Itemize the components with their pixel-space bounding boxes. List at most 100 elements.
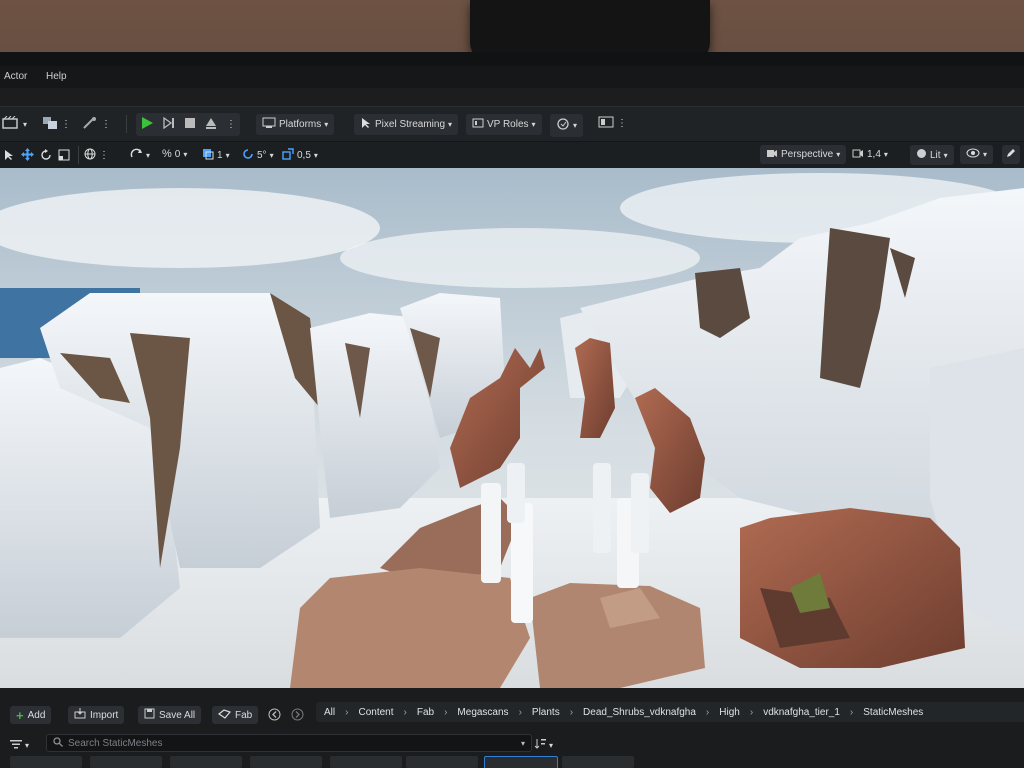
plus-icon: + bbox=[16, 707, 24, 723]
rotation-snap-value: 0 bbox=[174, 148, 181, 160]
breadcrumb-dead-shrubs[interactable]: Dead_Shrubs_vdknafgha bbox=[583, 707, 696, 718]
toolbar-divider bbox=[78, 146, 79, 164]
more-options-icon: ⋮ bbox=[61, 119, 71, 130]
rotate-icon[interactable] bbox=[40, 148, 52, 164]
perspective-button[interactable]: Perspective ▾ bbox=[760, 145, 847, 164]
viewport-options-button[interactable] bbox=[1002, 145, 1020, 164]
filter-button[interactable]: ▾ bbox=[10, 736, 29, 754]
back-arrow-icon[interactable] bbox=[268, 708, 281, 726]
stop-icon[interactable] bbox=[184, 117, 196, 132]
breadcrumb-all[interactable]: All bbox=[324, 707, 335, 718]
menu-bar: Actor Help bbox=[0, 66, 1024, 88]
lit-sphere-icon bbox=[916, 148, 927, 162]
forward-arrow-icon[interactable] bbox=[291, 708, 304, 726]
blueprints-button[interactable]: ⋮ bbox=[42, 116, 71, 133]
asset-thumbnail[interactable] bbox=[10, 756, 82, 768]
chevron-down-icon: ▾ bbox=[836, 150, 841, 159]
menu-item-actor[interactable]: Actor bbox=[4, 71, 27, 82]
scale-icon[interactable] bbox=[58, 149, 70, 164]
add-button[interactable]: + Add bbox=[10, 706, 52, 724]
surface-snapping-button[interactable]: ▾ bbox=[130, 148, 150, 163]
breadcrumb-high[interactable]: High bbox=[719, 707, 740, 718]
more-options-icon[interactable]: ⋮ bbox=[226, 119, 236, 130]
select-arrow-icon[interactable] bbox=[4, 149, 15, 164]
viewport-toolbar: ⋮ ▾ % 0 ▾ 1 ▾ 5° ▾ 0,5 ▾ Perspective ▾ 1… bbox=[0, 142, 1024, 168]
camera-speed-button[interactable]: 1,4 ▾ bbox=[852, 148, 888, 161]
step-icon[interactable] bbox=[162, 116, 176, 133]
search-icon bbox=[53, 736, 63, 750]
chevron-down-icon: ▾ bbox=[531, 120, 536, 129]
cinematics-button[interactable]: ⋮ bbox=[82, 116, 111, 133]
asset-thumbnail[interactable] bbox=[250, 756, 322, 768]
chevron-down-icon: ▾ bbox=[183, 149, 188, 159]
import-icon bbox=[74, 708, 86, 722]
breadcrumb-content[interactable]: Content bbox=[358, 707, 393, 718]
view-mode-button[interactable]: Lit ▾ bbox=[910, 145, 954, 165]
import-label: Import bbox=[90, 709, 119, 721]
more-options-icon: ⋮ bbox=[99, 150, 109, 161]
show-flags-button[interactable]: ▾ bbox=[960, 145, 994, 164]
chevron-down-icon: ▾ bbox=[943, 150, 948, 160]
world-local-toggle[interactable]: ⋮ bbox=[84, 148, 109, 163]
fab-icon bbox=[217, 708, 232, 722]
sort-button[interactable]: ▾ bbox=[534, 736, 553, 754]
lit-label: Lit bbox=[930, 149, 941, 161]
chevron-right-icon: › bbox=[749, 706, 754, 718]
chevron-down-icon: ▾ bbox=[324, 120, 329, 129]
main-toolbar: ▾ ⋮ ⋮ ⋮ Platforms ▾ Pixel Streaming ▾ VP… bbox=[0, 106, 1024, 142]
settings-panel-icon bbox=[598, 116, 614, 131]
angle-snap-button[interactable]: 5° ▾ bbox=[242, 148, 274, 163]
mode-selector-button[interactable]: ▾ bbox=[2, 115, 27, 133]
asset-thumbnail[interactable] bbox=[562, 756, 634, 768]
content-browser: + Add Import Save All Fab All › Content … bbox=[0, 688, 1024, 768]
chevron-right-icon: › bbox=[403, 706, 407, 718]
settings-button[interactable]: ⋮ bbox=[598, 116, 627, 131]
rotation-snap-button[interactable]: % 0 ▾ bbox=[162, 148, 187, 160]
breadcrumb-fab[interactable]: Fab bbox=[417, 707, 434, 718]
chevron-right-icon: › bbox=[705, 706, 710, 718]
film-icon bbox=[2, 115, 20, 133]
chevron-down-icon[interactable]: ▾ bbox=[521, 739, 525, 748]
icy-canyon-scene bbox=[0, 168, 1024, 688]
platforms-button[interactable]: Platforms ▾ bbox=[256, 114, 335, 135]
toolbar-divider bbox=[126, 115, 127, 133]
lock-icon bbox=[556, 117, 570, 134]
angle-snap-icon bbox=[242, 148, 254, 163]
source-control-button[interactable]: ▾ bbox=[550, 114, 584, 137]
asset-thumbnail[interactable] bbox=[90, 756, 162, 768]
breadcrumb-plants[interactable]: Plants bbox=[532, 707, 560, 718]
vp-roles-button[interactable]: VP Roles ▾ bbox=[466, 114, 542, 135]
camera-icon bbox=[766, 148, 778, 161]
import-button[interactable]: Import bbox=[68, 706, 125, 724]
breadcrumb-static-meshes[interactable]: StaticMeshes bbox=[863, 707, 923, 718]
chevron-down-icon: ▾ bbox=[25, 740, 30, 750]
more-options-icon: ⋮ bbox=[617, 118, 627, 129]
grid-snap-button[interactable]: 1 ▾ bbox=[202, 148, 230, 163]
eject-icon[interactable] bbox=[204, 116, 218, 133]
search-input[interactable]: Search StaticMeshes bbox=[68, 738, 163, 749]
save-all-button[interactable]: Save All bbox=[138, 706, 202, 724]
search-box: Search StaticMeshes ▾ bbox=[46, 734, 532, 752]
platforms-icon bbox=[262, 117, 276, 132]
scale-snap-icon bbox=[282, 148, 294, 163]
fab-button[interactable]: Fab bbox=[212, 706, 259, 724]
save-icon bbox=[144, 708, 155, 722]
scale-snap-button[interactable]: 0,5 ▾ bbox=[282, 148, 318, 163]
play-icon[interactable] bbox=[140, 116, 154, 133]
asset-thumbnail[interactable] bbox=[170, 756, 242, 768]
move-icon[interactable] bbox=[21, 148, 34, 164]
level-viewport[interactable] bbox=[0, 168, 1024, 688]
pixel-streaming-button[interactable]: Pixel Streaming ▾ bbox=[354, 114, 459, 135]
chevron-right-icon: › bbox=[569, 706, 574, 718]
breadcrumb-megascans[interactable]: Megascans bbox=[457, 707, 508, 718]
breadcrumb-tier-1[interactable]: vdknafgha_tier_1 bbox=[763, 707, 840, 718]
sort-icon bbox=[534, 736, 546, 754]
globe-icon bbox=[84, 148, 96, 163]
pixel-streaming-label: Pixel Streaming bbox=[375, 119, 446, 130]
chevron-down-icon: ▾ bbox=[313, 151, 318, 160]
asset-thumbnail[interactable] bbox=[406, 756, 478, 768]
asset-thumbnail[interactable] bbox=[330, 756, 402, 768]
angle-snap-value: 5° bbox=[257, 150, 267, 161]
asset-thumbnail-selected[interactable] bbox=[484, 756, 558, 768]
menu-item-help[interactable]: Help bbox=[46, 71, 67, 82]
